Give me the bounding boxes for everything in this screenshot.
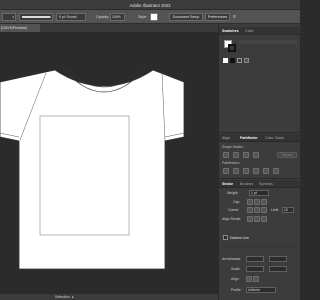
butt-cap-icon[interactable] (247, 199, 253, 205)
right-panel-dock: Swatches Color Align Pathfinder Color Gu… (218, 24, 301, 300)
limit-input[interactable]: 10 (282, 207, 294, 213)
profile-dropdown[interactable]: Uniform (246, 287, 276, 293)
opacity-input[interactable]: 100% (110, 13, 125, 21)
tab-swatches[interactable]: Swatches (222, 27, 239, 35)
crop-icon[interactable] (253, 168, 259, 174)
limit-label: Limit: (271, 208, 280, 212)
tab-pathfinder[interactable]: Pathfinder (240, 134, 258, 142)
fill-stroke-indicator[interactable] (224, 40, 236, 52)
swatch-grid-icon[interactable] (237, 58, 242, 63)
pathfinders-label: Pathfinders: (222, 161, 241, 165)
panel-divider (219, 132, 301, 133)
minus-back-icon[interactable] (273, 168, 279, 174)
bevel-join-icon[interactable] (261, 207, 267, 213)
exclude-icon[interactable] (253, 152, 259, 158)
expand-button[interactable]: Expand (277, 152, 297, 158)
start-scale-input[interactable] (246, 266, 264, 272)
tshirt-artwork[interactable] (0, 32, 218, 294)
round-join-icon[interactable] (254, 207, 260, 213)
menu-icon[interactable]: ≡ (233, 13, 236, 21)
dash-gap-fields[interactable] (223, 243, 297, 250)
arrowheads-label: Arrowheads: (222, 257, 242, 261)
align-center-icon[interactable] (247, 216, 253, 222)
merge-icon[interactable] (243, 168, 249, 174)
swatch-grid[interactable] (239, 40, 297, 44)
style-label: Style: (138, 15, 147, 19)
document-tab[interactable]: [CMYK/Preview] (0, 24, 40, 32)
opacity-value: 100% (112, 15, 121, 19)
app-title: Adobe Illustrator 2023 (129, 2, 171, 8)
tab-symbols[interactable]: Symbols (259, 180, 273, 188)
opacity-label: Opacity: (96, 15, 110, 19)
align-label: Align: (231, 277, 240, 281)
cap-label: Cap: (233, 200, 241, 204)
swatch-white[interactable] (223, 58, 228, 63)
arrow-tip-beyond-icon[interactable] (246, 276, 252, 282)
brush-definition-dropdown[interactable]: 5 pt. Round (56, 13, 86, 21)
stroke-swatch[interactable] (228, 44, 236, 52)
weight-input[interactable]: 1 pt (249, 190, 269, 196)
swatch-library-icon[interactable] (244, 58, 249, 63)
round-cap-icon[interactable] (254, 199, 260, 205)
document-tab-bar: [CMYK/Preview] (0, 24, 218, 32)
swatch-black[interactable] (230, 58, 235, 63)
weight-label: Weight: (227, 191, 239, 195)
brush-definition-value: 5 pt. Round (59, 15, 77, 19)
divide-icon[interactable] (223, 168, 229, 174)
chevron-down-icon: ▾ (49, 15, 51, 19)
unite-icon[interactable] (223, 152, 229, 158)
start-arrowhead-dropdown[interactable] (246, 256, 264, 262)
align-stroke-label: Align Stroke: (222, 217, 242, 221)
profile-label: Profile: (231, 288, 242, 292)
dashed-line-label: Dashed Line (230, 236, 250, 240)
stroke-preview (22, 16, 50, 18)
stroke-tabs: Stroke Brushes Symbols (219, 180, 301, 188)
align-outside-icon[interactable] (261, 216, 267, 222)
tab-color-guide[interactable]: Color Guide (265, 134, 284, 142)
variable-width-profile-dropdown[interactable]: ▾ (19, 13, 53, 21)
profile-value: Uniform (248, 288, 260, 292)
tab-brushes[interactable]: Brushes (240, 180, 253, 188)
control-bar: ▾ ▾ 5 pt. Round Opacity: 100% Style: Doc… (0, 10, 300, 24)
end-scale-input[interactable] (269, 266, 287, 272)
scale-label: Scale: (231, 267, 241, 271)
title-bar: Adobe Illustrator 2023 (0, 0, 300, 10)
dashed-line-checkbox[interactable] (223, 235, 228, 240)
swatches-color-tabs: Swatches Color (219, 27, 301, 35)
chevron-down-icon: ▾ (12, 15, 14, 19)
panel-divider (219, 178, 301, 179)
graphic-style-swatch[interactable] (150, 13, 158, 21)
trim-icon[interactable] (233, 168, 239, 174)
tab-color[interactable]: Color (245, 27, 254, 35)
end-arrowhead-dropdown[interactable] (269, 256, 287, 262)
preferences-button[interactable]: Preferences (205, 13, 230, 21)
minus-front-icon[interactable] (233, 152, 239, 158)
intersect-icon[interactable] (243, 152, 249, 158)
canvas[interactable] (0, 32, 218, 294)
miter-join-icon[interactable] (247, 207, 253, 213)
tab-stroke[interactable]: Stroke (222, 180, 233, 188)
tab-align[interactable]: Align (222, 134, 230, 142)
shape-modes-label: Shape Modes: (222, 145, 244, 149)
stroke-color-dropdown[interactable]: ▾ (2, 13, 16, 21)
outline-icon[interactable] (263, 168, 269, 174)
tshirt-body (0, 69, 185, 270)
document-setup-button[interactable]: Document Setup (169, 13, 203, 21)
current-tool-status[interactable]: Selection (55, 295, 70, 299)
projecting-cap-icon[interactable] (261, 199, 267, 205)
corner-label: Corner: (228, 208, 240, 212)
align-inside-icon[interactable] (254, 216, 260, 222)
arrow-tip-at-end-icon[interactable] (253, 276, 259, 282)
status-bar: Selection ▸ (0, 294, 218, 300)
pathfinder-tabs: Align Pathfinder Color Guide (219, 134, 301, 142)
chevron-right-icon[interactable]: ▸ (72, 295, 74, 299)
